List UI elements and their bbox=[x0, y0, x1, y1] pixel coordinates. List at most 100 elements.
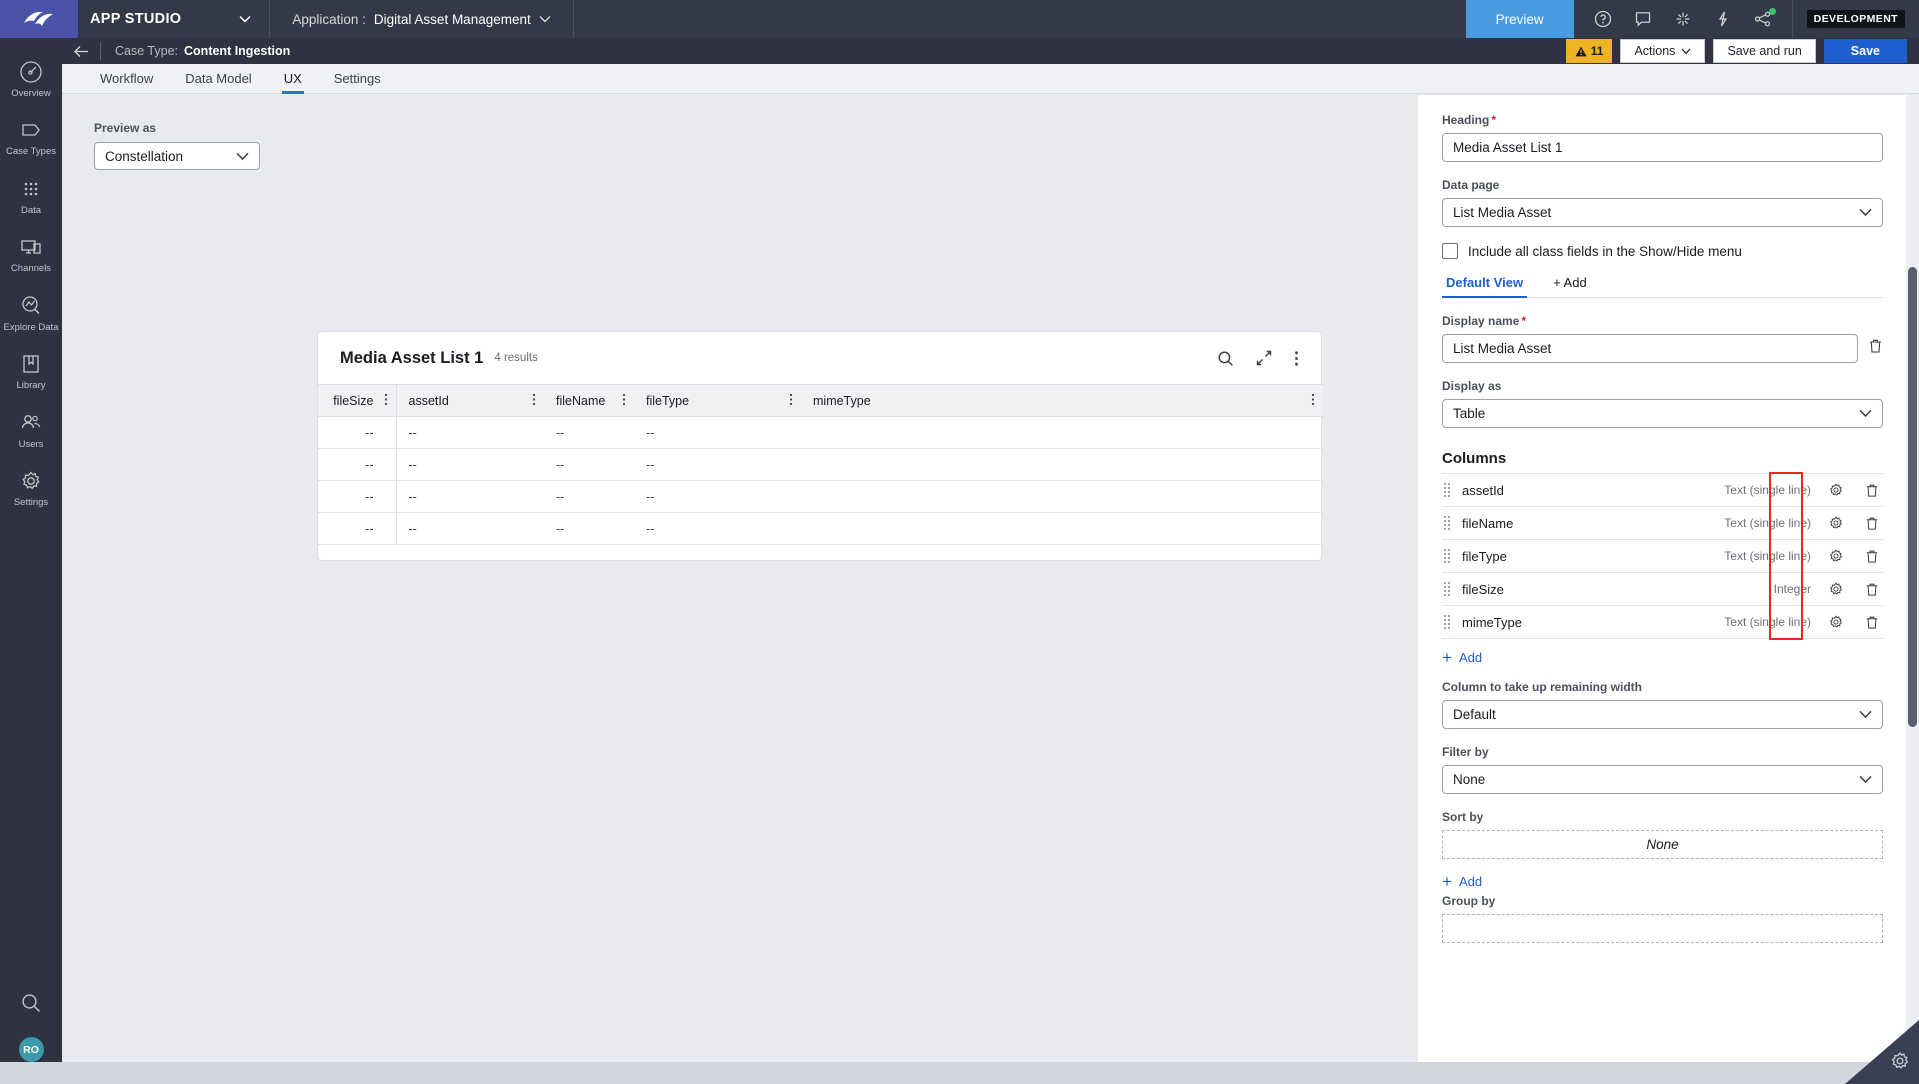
sort-by-empty-state[interactable]: None bbox=[1442, 830, 1883, 859]
tab-add-view[interactable]: + Add bbox=[1549, 275, 1591, 297]
gauge-icon bbox=[20, 61, 42, 83]
sidebar-item-users[interactable]: Users bbox=[0, 401, 62, 459]
drag-handle-icon[interactable] bbox=[1442, 483, 1452, 497]
columns-list: assetId Text (single line) fileName Text… bbox=[1442, 472, 1883, 640]
pega-logo[interactable] bbox=[0, 0, 78, 38]
column-row-mimetype[interactable]: mimeType Text (single line) bbox=[1442, 606, 1883, 639]
drag-handle-icon[interactable] bbox=[1442, 549, 1452, 563]
share-icon[interactable] bbox=[1754, 8, 1776, 28]
sidebar-item-case-types[interactable]: Case Types bbox=[0, 108, 62, 166]
save-button[interactable]: Save bbox=[1823, 39, 1907, 63]
results-count: 4 results bbox=[494, 352, 538, 364]
trash-icon[interactable] bbox=[1861, 516, 1883, 531]
sidebar-item-data[interactable]: Data bbox=[0, 167, 62, 225]
preview-button[interactable]: Preview bbox=[1465, 0, 1574, 38]
sidebar-item-overview[interactable]: Overview bbox=[0, 50, 62, 108]
expand-icon[interactable] bbox=[1256, 350, 1272, 366]
kebab-menu-icon[interactable] bbox=[384, 393, 388, 409]
page-title: Media Asset List 1 bbox=[340, 348, 484, 367]
display-as-select[interactable]: Table bbox=[1442, 399, 1883, 428]
display-name-input[interactable] bbox=[1442, 334, 1858, 363]
sidebar-item-label: Explore Data bbox=[3, 321, 59, 333]
include-all-class-fields-row[interactable]: Include all class fields in the Show/Hid… bbox=[1442, 243, 1883, 259]
tab-settings[interactable]: Settings bbox=[318, 71, 397, 93]
kebab-menu-icon[interactable] bbox=[532, 393, 536, 409]
column-header-filename[interactable]: fileName bbox=[544, 384, 634, 417]
warning-count-badge[interactable]: 11 bbox=[1565, 39, 1613, 63]
column-header-label: fileSize bbox=[333, 393, 374, 408]
sidebar-item-library[interactable]: Library bbox=[0, 342, 62, 400]
add-sort-label: Add bbox=[1458, 874, 1483, 889]
chevron-down-icon bbox=[539, 16, 551, 23]
pega-logo-icon bbox=[24, 11, 53, 26]
kebab-menu-icon[interactable] bbox=[622, 393, 626, 409]
gear-icon[interactable] bbox=[1889, 1050, 1911, 1077]
avatar[interactable]: RO bbox=[18, 1037, 44, 1062]
sidebar-item-channels[interactable]: Channels bbox=[0, 225, 62, 283]
kebab-menu-icon[interactable] bbox=[1294, 350, 1299, 367]
remaining-width-field: Column to take up remaining width Defaul… bbox=[1442, 680, 1883, 729]
add-sort-button[interactable]: + Add bbox=[1442, 863, 1883, 894]
chevron-down-icon bbox=[1859, 409, 1872, 418]
panel-scrollbar-thumb[interactable] bbox=[1908, 267, 1917, 727]
drag-handle-icon[interactable] bbox=[1442, 582, 1452, 596]
kebab-menu-icon[interactable] bbox=[1311, 393, 1315, 409]
preview-as-select[interactable]: Constellation bbox=[94, 142, 260, 170]
drag-handle-icon[interactable] bbox=[1442, 516, 1452, 530]
panel-scrollbar-track[interactable] bbox=[1906, 95, 1919, 1084]
trash-icon[interactable] bbox=[1861, 582, 1883, 597]
tab-data-model[interactable]: Data Model bbox=[169, 71, 267, 93]
search-icon[interactable] bbox=[1217, 350, 1234, 367]
gear-icon[interactable] bbox=[1821, 515, 1851, 531]
gear-icon[interactable] bbox=[1821, 581, 1851, 597]
gear-icon[interactable] bbox=[1821, 548, 1851, 564]
kebab-menu-icon[interactable] bbox=[789, 393, 793, 409]
table-row[interactable]: -- -- -- -- bbox=[318, 512, 1323, 545]
trash-icon[interactable] bbox=[1861, 483, 1883, 498]
application-selector[interactable]: Application : Digital Asset Management bbox=[270, 0, 574, 38]
trash-icon[interactable] bbox=[1861, 615, 1883, 630]
data-page-select[interactable]: List Media Asset bbox=[1442, 198, 1883, 227]
column-header-mimetype[interactable]: mimeType bbox=[801, 384, 1323, 417]
table-row[interactable]: -- -- -- -- bbox=[318, 480, 1323, 513]
help-icon[interactable] bbox=[1594, 10, 1612, 28]
gear-icon[interactable] bbox=[1821, 482, 1851, 498]
remaining-width-select[interactable]: Default bbox=[1442, 700, 1883, 729]
app-studio-menu[interactable]: APP STUDIO bbox=[78, 0, 271, 38]
table-row[interactable]: -- -- -- -- bbox=[318, 448, 1323, 481]
column-row-filename[interactable]: fileName Text (single line) bbox=[1442, 507, 1883, 540]
feedback-icon[interactable] bbox=[1634, 10, 1652, 28]
search-icon[interactable] bbox=[20, 992, 42, 1019]
back-button[interactable] bbox=[62, 45, 100, 58]
gear-icon[interactable] bbox=[1821, 614, 1851, 630]
tab-workflow[interactable]: Workflow bbox=[84, 71, 169, 93]
column-header-assetid[interactable]: assetId bbox=[396, 384, 544, 417]
trash-icon[interactable] bbox=[1861, 549, 1883, 564]
preview-card-actions bbox=[1217, 350, 1299, 367]
chevron-down-icon bbox=[239, 16, 251, 23]
column-header-filesize[interactable]: fileSize bbox=[318, 384, 397, 417]
include-all-class-fields-checkbox[interactable] bbox=[1442, 243, 1458, 259]
save-and-run-button[interactable]: Save and run bbox=[1713, 39, 1816, 63]
sparkle-icon[interactable] bbox=[1674, 10, 1692, 28]
sidebar-item-settings[interactable]: Settings bbox=[0, 459, 62, 517]
add-column-label: Add bbox=[1458, 650, 1483, 665]
actions-button[interactable]: Actions bbox=[1620, 39, 1706, 63]
add-column-button[interactable]: + Add bbox=[1442, 639, 1883, 670]
column-row-assetid[interactable]: assetId Text (single line) bbox=[1442, 474, 1883, 507]
sidebar-item-explore-data[interactable]: Explore Data bbox=[0, 284, 62, 342]
column-header-filetype[interactable]: fileType bbox=[634, 384, 801, 417]
filter-by-select[interactable]: None bbox=[1442, 765, 1883, 794]
group-by-empty-state[interactable] bbox=[1442, 914, 1883, 943]
column-row-filetype[interactable]: fileType Text (single line) bbox=[1442, 540, 1883, 573]
column-row-filesize[interactable]: fileSize Integer bbox=[1442, 573, 1883, 606]
tab-ux[interactable]: UX bbox=[268, 71, 318, 94]
bolt-icon[interactable] bbox=[1714, 10, 1732, 28]
heading-input[interactable] bbox=[1442, 133, 1883, 162]
drag-handle-icon[interactable] bbox=[1442, 615, 1452, 629]
table-row[interactable]: -- -- -- -- bbox=[318, 416, 1323, 449]
trash-icon[interactable] bbox=[1868, 338, 1883, 359]
chevron-down-icon bbox=[1859, 710, 1872, 719]
cell-mimetype bbox=[801, 416, 1323, 449]
tab-default-view[interactable]: Default View bbox=[1442, 275, 1528, 298]
